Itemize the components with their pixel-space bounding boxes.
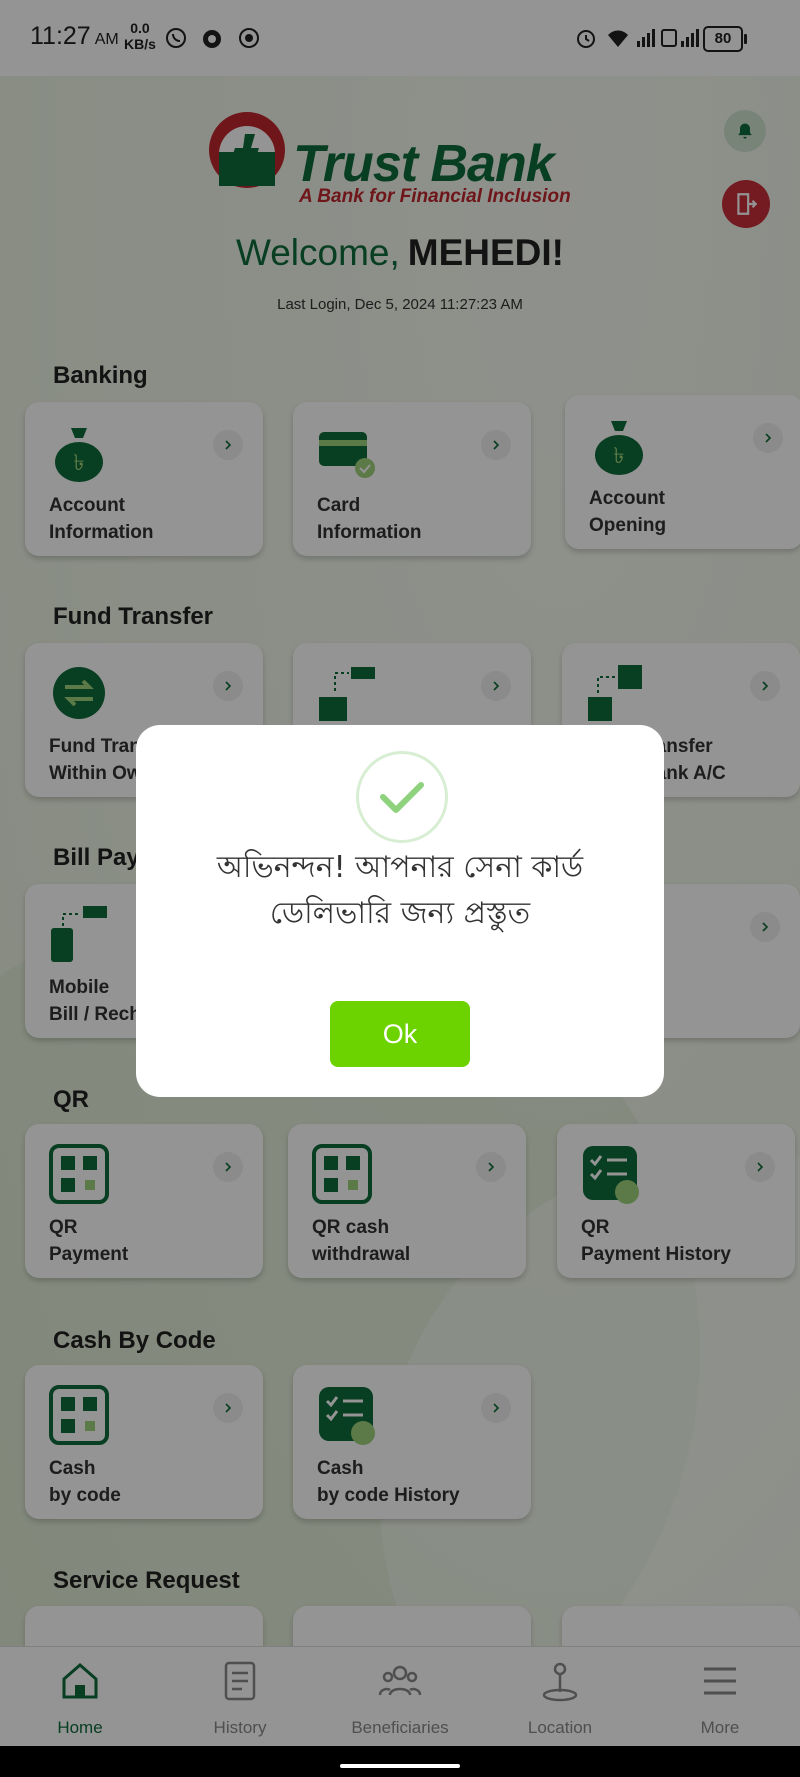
system-navigation-bar — [0, 1746, 800, 1777]
success-dialog: অভিনন্দন! আপনার সেনা কার্ড ডেলিভারি জন্য… — [136, 725, 664, 1097]
dialog-message: অভিনন্দন! আপনার সেনা কার্ড ডেলিভারি জন্য… — [216, 850, 584, 931]
app-screen: 11:27 AM 0.0 KB/s 80 Trust Bank A Bank fo… — [0, 0, 800, 1777]
ok-button[interactable]: Ok — [330, 1001, 470, 1067]
success-check-icon — [356, 751, 448, 843]
home-gesture-handle[interactable] — [340, 1764, 460, 1768]
